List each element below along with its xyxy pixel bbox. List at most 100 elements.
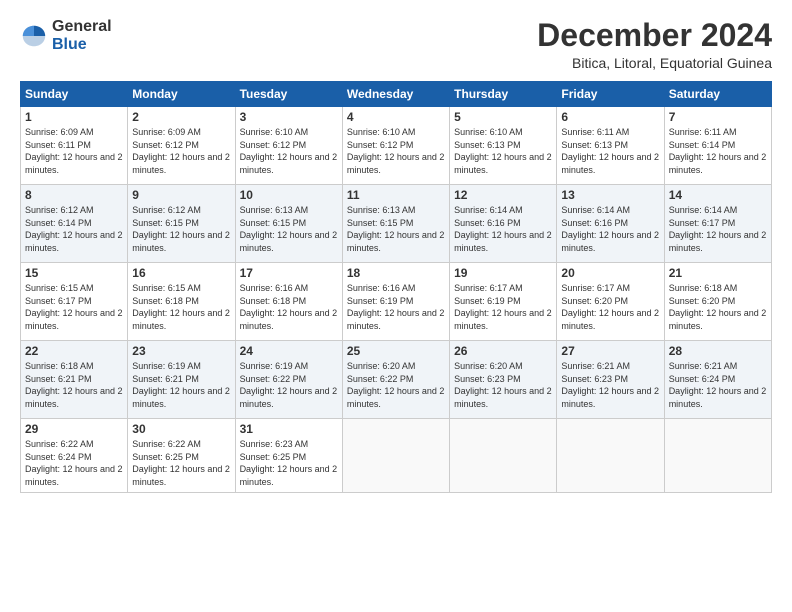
day-info: Sunrise: 6:10 AMSunset: 6:12 PMDaylight:… <box>240 127 338 175</box>
day-info: Sunrise: 6:19 AMSunset: 6:22 PMDaylight:… <box>240 361 338 409</box>
day-info: Sunrise: 6:13 AMSunset: 6:15 PMDaylight:… <box>240 205 338 253</box>
calendar-table: Sunday Monday Tuesday Wednesday Thursday… <box>20 81 772 492</box>
table-row: 14 Sunrise: 6:14 AMSunset: 6:17 PMDaylig… <box>664 185 771 263</box>
day-info: Sunrise: 6:16 AMSunset: 6:18 PMDaylight:… <box>240 283 338 331</box>
day-number: 20 <box>561 266 659 280</box>
day-number: 30 <box>132 422 230 436</box>
day-info: Sunrise: 6:11 AMSunset: 6:13 PMDaylight:… <box>561 127 659 175</box>
day-info: Sunrise: 6:23 AMSunset: 6:25 PMDaylight:… <box>240 439 338 487</box>
day-info: Sunrise: 6:21 AMSunset: 6:24 PMDaylight:… <box>669 361 767 409</box>
day-info: Sunrise: 6:10 AMSunset: 6:12 PMDaylight:… <box>347 127 445 175</box>
day-number: 18 <box>347 266 445 280</box>
day-info: Sunrise: 6:14 AMSunset: 6:16 PMDaylight:… <box>454 205 552 253</box>
logo: General Blue <box>20 18 112 53</box>
table-row: 30 Sunrise: 6:22 AMSunset: 6:25 PMDaylig… <box>128 419 235 492</box>
logo-icon <box>20 22 48 50</box>
table-row: 5 Sunrise: 6:10 AMSunset: 6:13 PMDayligh… <box>450 107 557 185</box>
day-number: 4 <box>347 110 445 124</box>
table-row: 3 Sunrise: 6:10 AMSunset: 6:12 PMDayligh… <box>235 107 342 185</box>
table-row <box>664 419 771 492</box>
day-info: Sunrise: 6:17 AMSunset: 6:20 PMDaylight:… <box>561 283 659 331</box>
day-number: 22 <box>25 344 123 358</box>
day-number: 26 <box>454 344 552 358</box>
day-number: 14 <box>669 188 767 202</box>
day-number: 24 <box>240 344 338 358</box>
day-number: 17 <box>240 266 338 280</box>
table-row: 6 Sunrise: 6:11 AMSunset: 6:13 PMDayligh… <box>557 107 664 185</box>
table-row: 26 Sunrise: 6:20 AMSunset: 6:23 PMDaylig… <box>450 341 557 419</box>
day-number: 9 <box>132 188 230 202</box>
day-number: 10 <box>240 188 338 202</box>
header-tuesday: Tuesday <box>235 82 342 107</box>
header-monday: Monday <box>128 82 235 107</box>
logo-blue-text: Blue <box>52 36 112 54</box>
day-info: Sunrise: 6:15 AMSunset: 6:17 PMDaylight:… <box>25 283 123 331</box>
day-number: 7 <box>669 110 767 124</box>
day-number: 3 <box>240 110 338 124</box>
day-info: Sunrise: 6:09 AMSunset: 6:11 PMDaylight:… <box>25 127 123 175</box>
table-row: 18 Sunrise: 6:16 AMSunset: 6:19 PMDaylig… <box>342 263 449 341</box>
table-row: 25 Sunrise: 6:20 AMSunset: 6:22 PMDaylig… <box>342 341 449 419</box>
table-row: 8 Sunrise: 6:12 AMSunset: 6:14 PMDayligh… <box>21 185 128 263</box>
subtitle: Bitica, Litoral, Equatorial Guinea <box>537 55 772 71</box>
header-wednesday: Wednesday <box>342 82 449 107</box>
table-row: 4 Sunrise: 6:10 AMSunset: 6:12 PMDayligh… <box>342 107 449 185</box>
header-sunday: Sunday <box>21 82 128 107</box>
table-row: 21 Sunrise: 6:18 AMSunset: 6:20 PMDaylig… <box>664 263 771 341</box>
table-row: 15 Sunrise: 6:15 AMSunset: 6:17 PMDaylig… <box>21 263 128 341</box>
table-row: 23 Sunrise: 6:19 AMSunset: 6:21 PMDaylig… <box>128 341 235 419</box>
day-number: 27 <box>561 344 659 358</box>
day-number: 5 <box>454 110 552 124</box>
table-row: 31 Sunrise: 6:23 AMSunset: 6:25 PMDaylig… <box>235 419 342 492</box>
day-info: Sunrise: 6:14 AMSunset: 6:16 PMDaylight:… <box>561 205 659 253</box>
day-number: 16 <box>132 266 230 280</box>
day-number: 23 <box>132 344 230 358</box>
day-number: 19 <box>454 266 552 280</box>
day-number: 28 <box>669 344 767 358</box>
logo-text: General Blue <box>52 18 112 53</box>
main-title: December 2024 <box>537 18 772 53</box>
table-row: 17 Sunrise: 6:16 AMSunset: 6:18 PMDaylig… <box>235 263 342 341</box>
table-row: 7 Sunrise: 6:11 AMSunset: 6:14 PMDayligh… <box>664 107 771 185</box>
day-number: 8 <box>25 188 123 202</box>
header-friday: Friday <box>557 82 664 107</box>
day-number: 31 <box>240 422 338 436</box>
day-info: Sunrise: 6:16 AMSunset: 6:19 PMDaylight:… <box>347 283 445 331</box>
table-row: 12 Sunrise: 6:14 AMSunset: 6:16 PMDaylig… <box>450 185 557 263</box>
header: General Blue December 2024 Bitica, Litor… <box>20 18 772 71</box>
day-info: Sunrise: 6:17 AMSunset: 6:19 PMDaylight:… <box>454 283 552 331</box>
header-saturday: Saturday <box>664 82 771 107</box>
day-info: Sunrise: 6:10 AMSunset: 6:13 PMDaylight:… <box>454 127 552 175</box>
day-info: Sunrise: 6:13 AMSunset: 6:15 PMDaylight:… <box>347 205 445 253</box>
table-row: 19 Sunrise: 6:17 AMSunset: 6:19 PMDaylig… <box>450 263 557 341</box>
table-row: 24 Sunrise: 6:19 AMSunset: 6:22 PMDaylig… <box>235 341 342 419</box>
day-info: Sunrise: 6:21 AMSunset: 6:23 PMDaylight:… <box>561 361 659 409</box>
day-info: Sunrise: 6:11 AMSunset: 6:14 PMDaylight:… <box>669 127 767 175</box>
page: General Blue December 2024 Bitica, Litor… <box>0 0 792 612</box>
table-row: 22 Sunrise: 6:18 AMSunset: 6:21 PMDaylig… <box>21 341 128 419</box>
day-info: Sunrise: 6:15 AMSunset: 6:18 PMDaylight:… <box>132 283 230 331</box>
day-number: 25 <box>347 344 445 358</box>
table-row: 2 Sunrise: 6:09 AMSunset: 6:12 PMDayligh… <box>128 107 235 185</box>
day-info: Sunrise: 6:19 AMSunset: 6:21 PMDaylight:… <box>132 361 230 409</box>
day-number: 6 <box>561 110 659 124</box>
day-number: 2 <box>132 110 230 124</box>
table-row: 10 Sunrise: 6:13 AMSunset: 6:15 PMDaylig… <box>235 185 342 263</box>
table-row: 29 Sunrise: 6:22 AMSunset: 6:24 PMDaylig… <box>21 419 128 492</box>
day-number: 11 <box>347 188 445 202</box>
day-number: 29 <box>25 422 123 436</box>
day-number: 1 <box>25 110 123 124</box>
table-row <box>450 419 557 492</box>
table-row: 27 Sunrise: 6:21 AMSunset: 6:23 PMDaylig… <box>557 341 664 419</box>
day-info: Sunrise: 6:12 AMSunset: 6:14 PMDaylight:… <box>25 205 123 253</box>
day-info: Sunrise: 6:22 AMSunset: 6:24 PMDaylight:… <box>25 439 123 487</box>
day-info: Sunrise: 6:22 AMSunset: 6:25 PMDaylight:… <box>132 439 230 487</box>
day-info: Sunrise: 6:20 AMSunset: 6:22 PMDaylight:… <box>347 361 445 409</box>
table-row <box>342 419 449 492</box>
day-info: Sunrise: 6:09 AMSunset: 6:12 PMDaylight:… <box>132 127 230 175</box>
day-info: Sunrise: 6:14 AMSunset: 6:17 PMDaylight:… <box>669 205 767 253</box>
header-thursday: Thursday <box>450 82 557 107</box>
table-row: 11 Sunrise: 6:13 AMSunset: 6:15 PMDaylig… <box>342 185 449 263</box>
day-info: Sunrise: 6:12 AMSunset: 6:15 PMDaylight:… <box>132 205 230 253</box>
day-number: 12 <box>454 188 552 202</box>
